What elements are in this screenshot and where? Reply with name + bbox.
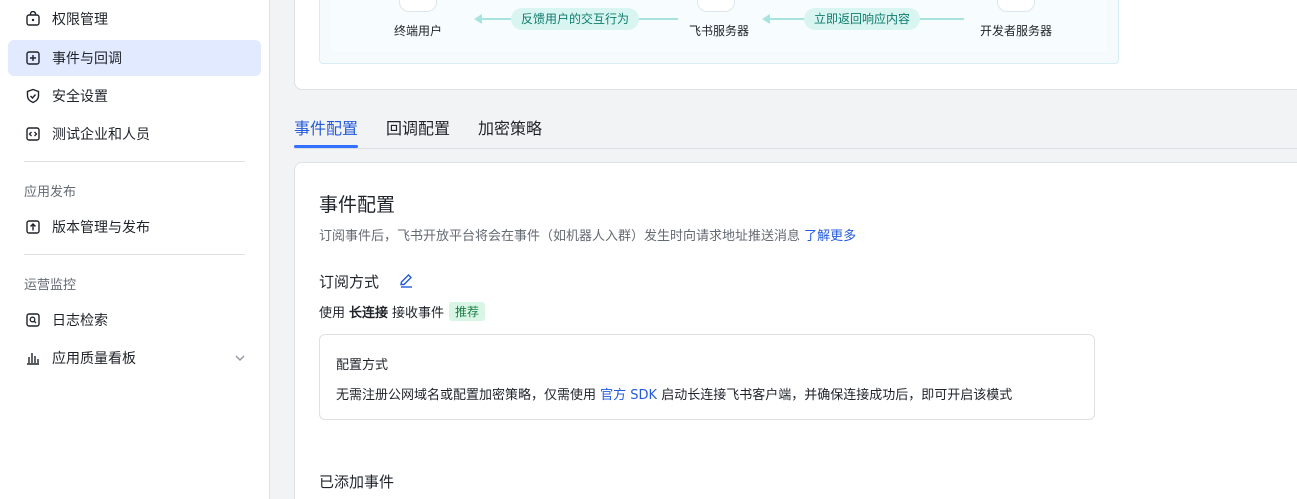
flow-node-dev-server: 开发者服务器 [980, 24, 1053, 38]
config-method-title: 配置方式 [336, 358, 389, 373]
sidebar-divider [24, 254, 245, 255]
tab-callback-config[interactable]: 回调配置 [386, 115, 450, 139]
config-method-text: 无需注册公网域名或配置加密策略，仅需使用 官方 SDK 启动长连接飞书客户端，并… [336, 384, 1012, 403]
log-search-icon [24, 311, 42, 329]
sidebar-item-label: 安全设置 [52, 89, 108, 105]
config-method-box [319, 334, 1095, 420]
sidebar: 权限管理 事件与回调 安全设置 测试企业和人员 应用发布 版本管理与发布 运营监… [0, 0, 270, 499]
subscribe-mode-value: 使用 长连接 接收事件 推荐 [319, 302, 486, 321]
end-user-node-icon [399, 0, 437, 12]
sidebar-item-label: 日志检索 [52, 313, 108, 329]
page-title: 事件配置 [319, 194, 396, 216]
sidebar-item-log-search[interactable]: 日志检索 [8, 302, 261, 338]
config-text-part-1: 无需注册公网域名或配置加密策略，仅需使用 [336, 388, 597, 403]
sidebar-item-label: 权限管理 [52, 12, 108, 28]
sidebar-item-version-release[interactable]: 版本管理与发布 [8, 209, 261, 245]
tab-encryption-strategy[interactable]: 加密策略 [478, 115, 542, 139]
arrow-left-icon [474, 14, 482, 24]
event-plus-icon [24, 49, 42, 67]
feishu-server-node-icon [697, 0, 735, 12]
upload-icon [24, 218, 42, 236]
sidebar-item-label: 事件与回调 [52, 51, 122, 67]
edit-icon[interactable] [398, 272, 415, 289]
flow-pill-feedback: 反馈用户的交互行为 [511, 8, 640, 30]
subscribe-mode-title: 订阅方式 [319, 273, 380, 291]
official-sdk-link[interactable]: 官方 SDK [600, 388, 657, 403]
section-title-publish: 应用发布 [24, 185, 77, 200]
code-icon [24, 125, 42, 143]
sidebar-item-security[interactable]: 安全设置 [8, 78, 261, 114]
sidebar-item-label: 版本管理与发布 [52, 220, 150, 236]
sidebar-item-label: 测试企业和人员 [52, 127, 150, 143]
flow-pill-return: 立即返回响应内容 [804, 8, 921, 30]
sidebar-item-events-callbacks[interactable]: 事件与回调 [8, 40, 261, 76]
config-text-part-2: 启动长连接飞书客户端，并确保连接成功后，即可开启该模式 [661, 388, 1013, 403]
shield-icon [24, 87, 42, 105]
section-title-ops: 运营监控 [24, 278, 77, 293]
event-config-card [294, 162, 1297, 499]
event-config-description: 订阅事件后，飞书开放平台将会在事件（如机器人入群）发生时向请求地址推送消息 了解… [319, 225, 856, 244]
recommend-badge: 推荐 [449, 302, 486, 321]
added-events-title: 已添加事件 [319, 473, 395, 491]
description-text: 订阅事件后，飞书开放平台将会在事件（如机器人入群）发生时向请求地址推送消息 [319, 229, 801, 244]
arrow-left-icon [762, 14, 770, 24]
sidebar-item-test-tenant[interactable]: 测试企业和人员 [8, 116, 261, 152]
flow-node-feishu-server: 飞书服务器 [689, 24, 750, 38]
chevron-down-icon[interactable] [233, 351, 247, 365]
tab-divider [294, 148, 1297, 149]
dev-server-node-icon [997, 0, 1035, 12]
sidebar-item-permissions[interactable]: 权限管理 [8, 1, 261, 37]
flow-node-end-user: 终端用户 [394, 24, 443, 38]
sidebar-item-quality-dashboard[interactable]: 应用质量看板 [8, 340, 261, 376]
learn-more-link[interactable]: 了解更多 [804, 229, 856, 244]
tab-event-config[interactable]: 事件配置 [294, 115, 358, 139]
sidebar-divider [24, 161, 245, 162]
sidebar-item-label: 应用质量看板 [52, 351, 136, 367]
use-mode-long-connection: 长连接 [349, 306, 389, 321]
use-prefix: 使用 [319, 306, 346, 321]
lock-icon [24, 10, 42, 28]
use-suffix: 接收事件 [392, 306, 445, 321]
bar-chart-icon [24, 349, 42, 367]
